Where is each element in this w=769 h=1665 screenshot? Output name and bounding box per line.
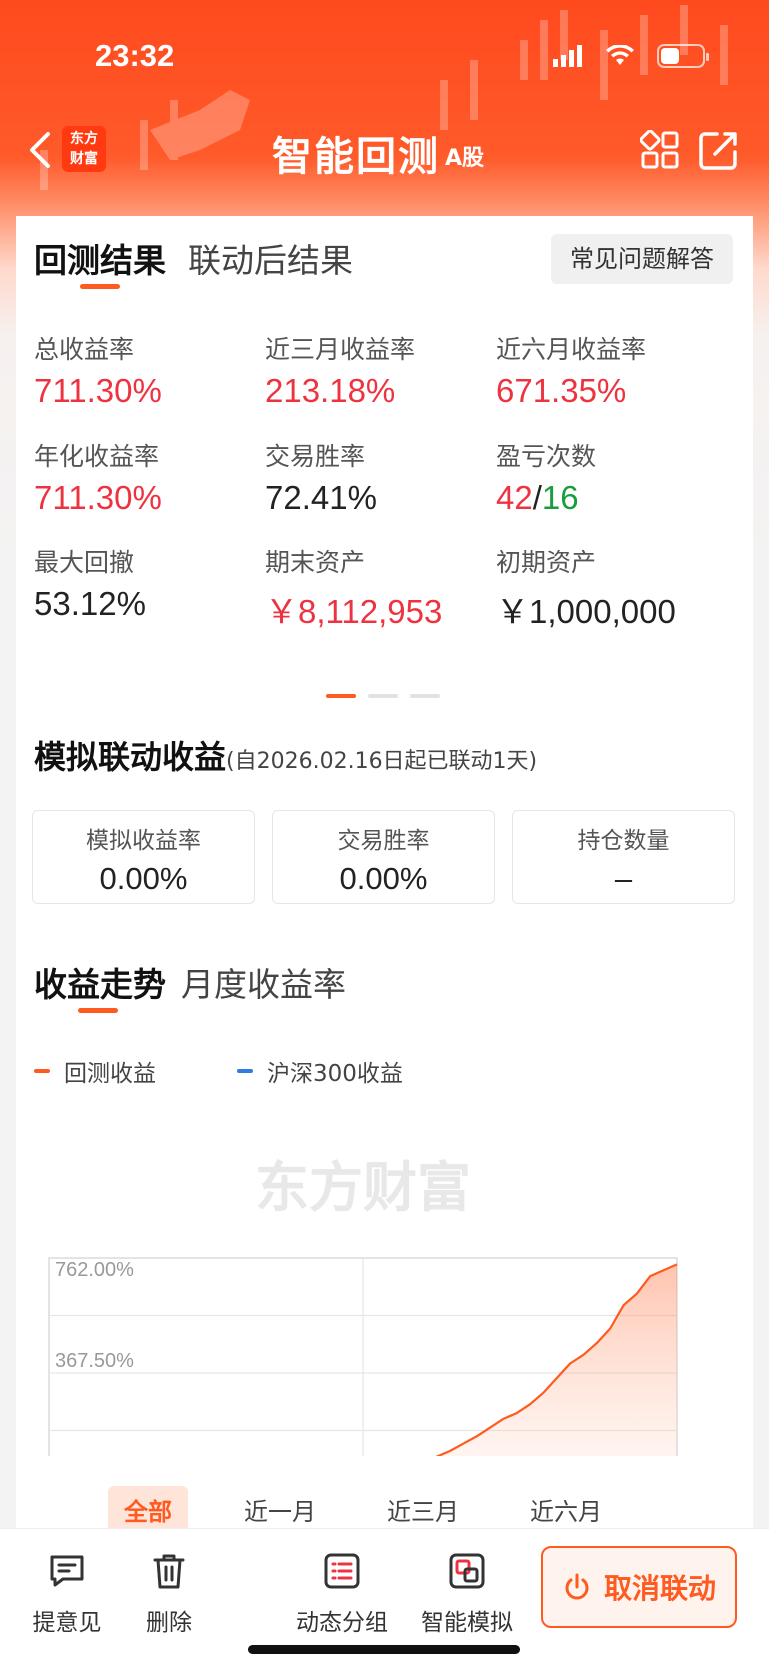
metric-value: 42/16 [496, 479, 726, 517]
cancel-link-button[interactable]: 取消联动 [541, 1546, 737, 1628]
status-bar: 23:32 [0, 30, 769, 80]
metric-value: 72.41% [265, 479, 377, 516]
simulate-icon [449, 1553, 485, 1589]
trash-icon [153, 1554, 185, 1589]
tab-monthly-return[interactable]: 月度收益率 [181, 958, 346, 1006]
status-icons [553, 44, 709, 68]
delete-label: 删除 [146, 1610, 192, 1636]
brand-line1: 东方 [70, 131, 98, 147]
active-tab-indicator [78, 1008, 118, 1013]
tab-return-trend[interactable]: 收益走势 [34, 958, 166, 1006]
sim-box-value: – [614, 861, 633, 896]
metric-label: 期末资产 [265, 548, 366, 577]
y-tick-label: 367.50% [55, 1350, 134, 1372]
feedback-label: 提意见 [32, 1610, 102, 1636]
sim-stats: 模拟收益率 0.00% 交易胜率 0.00% 持仓数量 – [32, 810, 735, 904]
sim-box-return: 模拟收益率 0.00% [32, 810, 255, 904]
metric-value: ￥1,000,000 [496, 593, 676, 630]
win-count: 42 [496, 479, 533, 516]
sim-note: (自2026.02.16日起已联动1天) [226, 749, 538, 774]
page-dot [410, 694, 440, 698]
win-loss-separator: / [532, 479, 542, 516]
power-icon [565, 1573, 589, 1600]
sim-box-positions: 持仓数量 – [512, 810, 735, 904]
metric-value: 711.30% [34, 372, 162, 409]
smart-simulate-button[interactable]: 智能模拟 [412, 1551, 522, 1637]
apps-grid-icon[interactable] [640, 130, 680, 170]
delete-button[interactable]: 删除 [114, 1551, 224, 1637]
metric-label: 近六月收益率 [496, 335, 647, 364]
home-indicator [248, 1645, 520, 1654]
page-title: 智能回测 [272, 134, 440, 180]
main-card: 回测结果 联动后结果 常见问题解答 总收益率 711.30% 近三月收益率 21… [16, 216, 753, 1536]
sim-title: 模拟联动收益 [34, 738, 227, 776]
watermark: 东方财富 [255, 1156, 471, 1219]
sim-box-label: 持仓数量 [577, 828, 670, 854]
y-tick-label: 762.00% [55, 1259, 134, 1281]
simulate-label: 智能模拟 [421, 1610, 513, 1636]
sim-box-label: 模拟收益率 [86, 828, 201, 854]
range-tabs: 全部 近一月 近三月 近六月 [16, 1484, 753, 1534]
metric-max-drawdown: 最大回撤 53.12% [34, 543, 264, 623]
share-icon[interactable] [697, 128, 741, 172]
metric-label: 最大回撤 [34, 548, 135, 577]
range-tab-3m[interactable]: 近三月 [387, 1492, 459, 1527]
cancel-label: 取消联动 [603, 1572, 716, 1605]
metric-annual-return: 年化收益率 711.30% [34, 437, 264, 517]
loss-count: 16 [541, 479, 579, 516]
metric-value: ￥8,112,953 [265, 593, 443, 630]
return-chart: 东方财富 762.00%367.50%-27.00%2025/02/142025… [48, 1156, 678, 1456]
metric-value: 671.35% [496, 372, 627, 409]
faq-button[interactable]: 常见问题解答 [551, 234, 733, 284]
metric-label: 年化收益率 [34, 442, 160, 471]
sim-box-label: 交易胜率 [337, 828, 430, 854]
metric-label: 初期资产 [496, 548, 597, 577]
metric-value: 213.18% [265, 372, 396, 409]
back-arrow-icon[interactable] [24, 130, 60, 170]
group-label: 动态分组 [296, 1610, 388, 1636]
sim-box-win-rate: 交易胜率 0.00% [272, 810, 495, 904]
status-time: 23:32 [95, 38, 175, 73]
cellular-signal-icon [553, 45, 582, 67]
range-tab-1m[interactable]: 近一月 [244, 1492, 316, 1527]
metric-initial-assets: 初期资产 ￥1,000,000 [496, 543, 726, 633]
page-indicator [326, 694, 440, 698]
brand-logo: 东方 财富 [62, 126, 106, 172]
feedback-button[interactable]: 提意见 [12, 1551, 122, 1637]
metric-3m-return: 近三月收益率 213.18% [265, 330, 495, 410]
sim-box-value: 0.00% [339, 861, 428, 896]
metric-6m-return: 近六月收益率 671.35% [496, 330, 726, 410]
tab-linked-result[interactable]: 联动后结果 [188, 234, 353, 282]
page-dot [368, 694, 398, 698]
tab-backtest-result[interactable]: 回测结果 [34, 234, 166, 282]
list-icon [324, 1553, 360, 1589]
feedback-icon [50, 1555, 84, 1587]
sim-box-value: 0.00% [99, 861, 188, 896]
range-tab-all[interactable]: 全部 [108, 1486, 188, 1533]
metric-total-return: 总收益率 711.30% [34, 330, 264, 410]
market-badge: A股 [445, 146, 485, 171]
brand-line2: 财富 [70, 151, 98, 167]
metric-win-loss-count: 盈亏次数 42/16 [496, 437, 726, 517]
page-dot-active [326, 694, 356, 698]
metric-value: 711.30% [34, 479, 162, 516]
range-tab-6m[interactable]: 近六月 [530, 1492, 602, 1527]
dynamic-group-button[interactable]: 动态分组 [287, 1551, 397, 1637]
nav-bar: 东方 财富 智能回测 A股 [0, 112, 769, 192]
metric-label: 交易胜率 [265, 442, 366, 471]
bottom-toolbar: 提意见 删除 动态分组 智能模拟 取消联动 [0, 1528, 769, 1665]
metric-label: 总收益率 [34, 335, 135, 364]
wifi-icon [606, 45, 634, 65]
metric-final-assets: 期末资产 ￥8,112,953 [265, 543, 495, 633]
metric-value: 53.12% [34, 585, 146, 622]
metric-label: 盈亏次数 [496, 442, 597, 471]
metric-label: 近三月收益率 [265, 335, 416, 364]
active-tab-indicator [80, 284, 120, 289]
metric-win-rate: 交易胜率 72.41% [265, 437, 495, 517]
sim-section-title: 模拟联动收益(自2026.02.16日起已联动1天) [34, 732, 537, 778]
battery-icon [657, 44, 709, 68]
